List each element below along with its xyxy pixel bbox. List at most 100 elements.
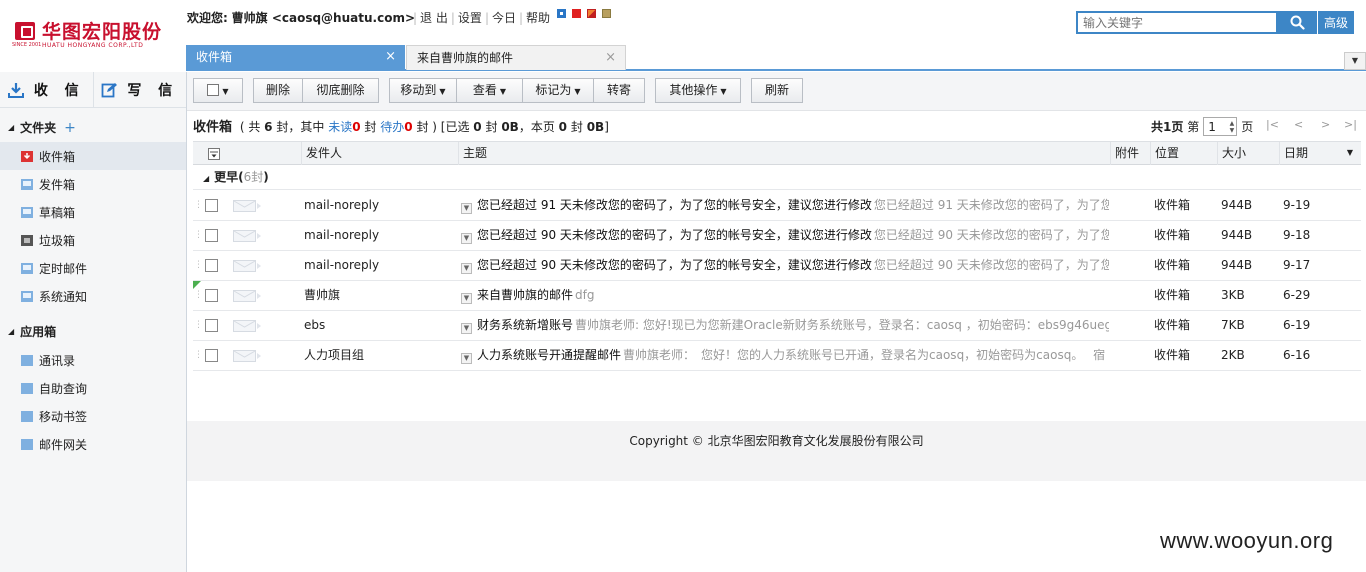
envelope-read-icon: [233, 200, 261, 212]
drag-handle-icon[interactable]: ⋮⋮: [194, 251, 202, 280]
expand-preview-icon[interactable]: ▼: [461, 323, 472, 334]
prev-page-icon[interactable]: <: [1294, 118, 1303, 131]
message-size: 944B: [1221, 228, 1253, 242]
search-field[interactable]: [1076, 11, 1278, 34]
sidebar-item-scheduled[interactable]: 定时邮件: [0, 254, 186, 282]
page-number-input[interactable]: 1 ▲ ▼: [1203, 117, 1238, 136]
row-checkbox[interactable]: [205, 259, 218, 272]
apps-group-header[interactable]: ◢ 应用箱: [0, 318, 186, 346]
help-link[interactable]: 帮助: [526, 11, 550, 25]
column-subject[interactable]: 主题: [458, 142, 1110, 165]
row-checkbox[interactable]: [205, 229, 218, 242]
close-icon[interactable]: ×: [385, 45, 396, 69]
search-button[interactable]: [1278, 11, 1317, 34]
table-row[interactable]: ⋮⋮ ebs ▼财务系统新增账号曹帅旗老师: 您好!现已为您新建Oracle新财…: [193, 311, 1361, 341]
row-checkbox[interactable]: [205, 349, 218, 362]
message-subject[interactable]: ▼ 您已经超过 90 天未修改您的密码了，为了您的帐号安全，建议您进行修改 您已经超…: [461, 251, 1109, 280]
logout-link[interactable]: 退 出: [420, 11, 448, 25]
first-page-icon[interactable]: |<: [1266, 118, 1279, 131]
expand-preview-icon[interactable]: ▼: [461, 353, 472, 364]
row-checkbox[interactable]: [205, 199, 218, 212]
toolbar: ▼ 删除 彻底删除 移动到 ▼ 查看 ▼ 标记为 ▼ 转寄 其他操作 ▼ 刷新: [187, 72, 1366, 111]
unread-link[interactable]: 未读: [328, 120, 352, 134]
sidebar-item-drafts[interactable]: 草稿箱: [0, 198, 186, 226]
expand-preview-icon[interactable]: ▼: [461, 263, 472, 274]
row-checkbox[interactable]: [205, 319, 218, 332]
column-location[interactable]: 位置: [1150, 142, 1217, 165]
envelope-read-icon: [233, 260, 261, 272]
table-row[interactable]: ⋮⋮ mail-noreply ▼您已经超过 91 天未修改您的密码了，为了您的…: [193, 191, 1361, 221]
mark-as-button[interactable]: 标记为 ▼: [523, 78, 594, 103]
search-input[interactable]: [1078, 13, 1276, 32]
drag-handle-icon[interactable]: ⋮⋮: [194, 281, 202, 310]
envelope-read-icon: [233, 350, 261, 362]
move-to-button[interactable]: 移动到 ▼: [389, 78, 457, 103]
sidebar-item-system-notice[interactable]: 系统通知: [0, 282, 186, 310]
table-row[interactable]: ⋮⋮ mail-noreply ▼您已经超过 90 天未修改您的密码了，为了您的…: [193, 251, 1361, 281]
drag-handle-icon[interactable]: ⋮⋮: [194, 341, 202, 370]
add-folder-icon[interactable]: +: [64, 114, 76, 142]
column-from[interactable]: 发件人: [301, 142, 458, 165]
todo-link[interactable]: 待办: [380, 120, 404, 134]
sidebar-item-self-query[interactable]: 自助查询: [0, 374, 186, 402]
search-icon: [1290, 15, 1305, 30]
spinner-icon[interactable]: ▲ ▼: [1230, 120, 1235, 134]
refresh-button[interactable]: 刷新: [751, 78, 803, 103]
settings-link[interactable]: 设置: [458, 11, 482, 25]
expand-preview-icon[interactable]: ▼: [461, 233, 472, 244]
trash-icon: [21, 234, 33, 246]
message-subject[interactable]: ▼ 财务系统新增账号 曹帅旗老师: 您好!现已为您新建Oracle新财务系统账号，登…: [461, 311, 1109, 340]
company-logo[interactable]: SINCE 2001 华图宏阳股份 HUATU HONGYANG CORP.,L…: [12, 18, 182, 52]
view-button[interactable]: 查看 ▼: [457, 78, 523, 103]
column-attachment[interactable]: 附件: [1110, 142, 1150, 165]
tab-inbox[interactable]: 收件箱 ×: [186, 45, 405, 70]
message-subject[interactable]: ▼ 人力系统账号开通提醒邮件 曹帅旗老师： 您好！您的人力系统账号已开通，登录名为c…: [461, 341, 1109, 370]
folders-group-header[interactable]: ◢ 文件夹 +: [0, 114, 186, 142]
compose-button[interactable]: 写 信: [94, 72, 187, 107]
message-subject[interactable]: ▼ 来自曹帅旗的邮件 dfg: [461, 281, 1109, 310]
other-actions-button[interactable]: 其他操作 ▼: [655, 78, 741, 103]
message-subject[interactable]: ▼ 您已经超过 91 天未修改您的密码了，为了您的帐号安全，建议您进行修改 您已经超…: [461, 191, 1109, 220]
message-date: 9-18: [1283, 228, 1311, 242]
expand-preview-icon[interactable]: ▼: [461, 293, 472, 304]
message-size: 7KB: [1221, 318, 1245, 332]
skin-red[interactable]: [572, 9, 581, 18]
select-all-dropdown[interactable]: ▼: [193, 78, 243, 103]
message-location: 收件箱: [1154, 288, 1191, 302]
sort-desc-icon: ▼: [1346, 148, 1353, 157]
last-page-icon[interactable]: >|: [1344, 118, 1357, 131]
today-link[interactable]: 今日: [492, 11, 516, 25]
tab-message[interactable]: 来自曹帅旗的邮件 ×: [406, 45, 626, 70]
drag-handle-icon[interactable]: ⋮⋮: [194, 311, 202, 340]
message-subject[interactable]: ▼ 您已经超过 90 天未修改您的密码了，为了您的帐号安全，建议您进行修改 您已经超…: [461, 221, 1109, 250]
drag-handle-icon[interactable]: ⋮⋮: [194, 221, 202, 250]
sidebar-item-mail-gateway[interactable]: 邮件网关: [0, 430, 186, 458]
skin-gold[interactable]: [602, 9, 611, 18]
advanced-search-button[interactable]: 高级: [1318, 11, 1354, 34]
tab-list-dropdown[interactable]: ▼: [1344, 52, 1366, 70]
skin-blue[interactable]: [557, 9, 566, 18]
sidebar-item-inbox[interactable]: 收件箱: [0, 142, 186, 170]
table-row[interactable]: ⋮⋮ mail-noreply ▼您已经超过 90 天未修改您的密码了，为了您的…: [193, 221, 1361, 251]
select-all-checkbox[interactable]: [207, 84, 220, 96]
next-page-icon[interactable]: >: [1321, 118, 1330, 131]
delete-button[interactable]: 删除: [253, 78, 303, 103]
column-size[interactable]: 大小: [1217, 142, 1279, 165]
sidebar-item-outbox[interactable]: 发件箱: [0, 170, 186, 198]
drag-handle-icon[interactable]: ⋮⋮: [194, 191, 202, 220]
forward-button[interactable]: 转寄: [594, 78, 645, 103]
sidebar-item-trash[interactable]: 垃圾箱: [0, 226, 186, 254]
close-icon[interactable]: ×: [605, 46, 616, 70]
column-date[interactable]: 日期 ▼: [1279, 142, 1361, 165]
expand-preview-icon[interactable]: ▼: [461, 203, 472, 214]
receive-button[interactable]: 收 信: [0, 72, 94, 107]
sidebar-item-contacts[interactable]: 通讯录: [0, 346, 186, 374]
table-row[interactable]: ⋮⋮ 曹帅旗 ▼来自曹帅旗的邮件dfg 收件箱 3KB 6-29: [193, 281, 1361, 311]
delete-forever-button[interactable]: 彻底删除: [303, 78, 379, 103]
group-header-earlier[interactable]: ◢ 更早(6封): [193, 166, 1361, 190]
sidebar-item-mobile-bookmarks[interactable]: 移动书签: [0, 402, 186, 430]
skin-orange[interactable]: [587, 9, 596, 18]
table-row[interactable]: ⋮⋮ 人力项目组 ▼人力系统账号开通提醒邮件曹帅旗老师： 您好！您的人力系统账号…: [193, 341, 1361, 371]
row-checkbox[interactable]: [205, 289, 218, 302]
column-select[interactable]: [193, 142, 301, 165]
